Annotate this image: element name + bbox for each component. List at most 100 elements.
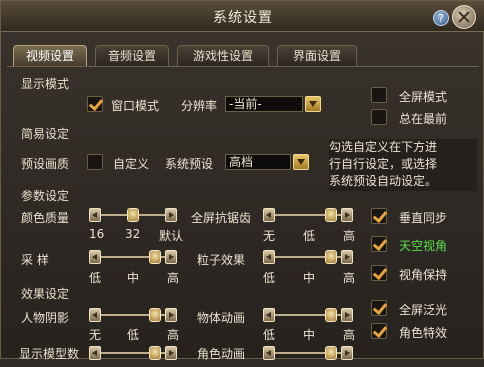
system-preset-label: 系统预设: [165, 157, 214, 171]
char-anim-label: 角色动画: [197, 347, 246, 361]
sampling-label: 采 样: [21, 253, 49, 267]
preset-quality-label: 预设画质: [21, 157, 70, 171]
sampling-slider[interactable]: [89, 250, 177, 264]
char-shadow-label: 人物阴影: [21, 311, 70, 325]
system-preset-dropdown-icon[interactable]: [293, 154, 309, 170]
view-hold-label: 视角保持: [399, 268, 448, 282]
custom-checkbox[interactable]: [87, 154, 103, 170]
tick-label: 低: [263, 328, 276, 342]
arrow-right-icon[interactable]: [165, 208, 177, 222]
slider-knob[interactable]: [149, 346, 161, 360]
object-anim-slider[interactable]: [263, 308, 353, 322]
topmost-checkbox[interactable]: [371, 109, 387, 125]
arrow-left-icon[interactable]: [263, 308, 275, 322]
resolution-label: 分辨率: [181, 99, 218, 113]
arrow-right-icon[interactable]: [165, 250, 177, 264]
tab-audio[interactable]: 音频设置: [95, 45, 169, 66]
params-heading: 参数设定: [21, 189, 70, 203]
preset-info-text: 勾选自定义在下方进 行自行设定，或选择 系统预设自动设定。: [329, 139, 477, 191]
tick-label: 中: [127, 271, 140, 285]
info-line-3: 系统预设自动设定。: [329, 174, 438, 188]
fullscreen-label: 全屏模式: [399, 90, 448, 104]
tick-label: 中: [303, 271, 316, 285]
fullscreen-glow-checkbox[interactable]: [371, 300, 387, 316]
char-anim-slider[interactable]: [263, 346, 353, 360]
tick-label: 16: [89, 227, 105, 241]
object-anim-label: 物体动画: [197, 311, 246, 325]
particles-label: 粒子效果: [197, 253, 246, 267]
slider-knob[interactable]: [149, 250, 161, 264]
slider-knob[interactable]: [127, 208, 139, 222]
slider-knob[interactable]: [325, 208, 337, 222]
arrow-left-icon[interactable]: [263, 250, 275, 264]
slider-knob[interactable]: [325, 346, 337, 360]
sky-view-checkbox[interactable]: [371, 236, 387, 252]
tick-label: 高: [343, 229, 356, 243]
arrow-right-icon[interactable]: [165, 346, 177, 360]
arrow-right-icon[interactable]: [341, 208, 353, 222]
windowed-label: 窗口模式: [111, 99, 160, 113]
info-line-1: 勾选自定义在下方进: [329, 140, 438, 154]
tab-interface[interactable]: 界面设置: [277, 45, 357, 66]
vsync-checkbox[interactable]: [371, 208, 387, 224]
tick-label: 中: [303, 328, 316, 342]
sky-view-label: 天空视角: [399, 239, 448, 253]
char-effects-checkbox[interactable]: [371, 323, 387, 339]
fullscreen-checkbox[interactable]: [371, 87, 387, 103]
effects-heading: 效果设定: [21, 287, 70, 301]
char-shadow-slider[interactable]: [89, 308, 177, 322]
title-bar[interactable]: 系统设置 ?: [1, 1, 484, 32]
tick-label: 高: [343, 328, 356, 342]
arrow-left-icon[interactable]: [89, 250, 101, 264]
tick-label: 高: [343, 271, 356, 285]
arrow-left-icon[interactable]: [89, 346, 101, 360]
slider-knob[interactable]: [325, 250, 337, 264]
arrow-right-icon[interactable]: [341, 250, 353, 264]
close-icon[interactable]: [452, 5, 476, 29]
color-quality-slider[interactable]: [89, 208, 177, 222]
tick-label: 无: [263, 229, 276, 243]
info-line-2: 行自行设定，或选择: [329, 157, 438, 171]
window-title: 系统设置: [213, 10, 273, 26]
slider-knob[interactable]: [325, 308, 337, 322]
tab-gameplay[interactable]: 游戏性设置: [177, 45, 269, 66]
settings-window: 系统设置 ? 视频设置 音频设置 游戏性设置 界面设置 显示模式 窗口模式 分辨…: [0, 0, 484, 361]
tick-label: 低: [89, 271, 102, 285]
arrow-right-icon[interactable]: [341, 346, 353, 360]
arrow-left-icon[interactable]: [89, 308, 101, 322]
tick-label: 高: [167, 271, 180, 285]
tick-label: 高: [167, 328, 180, 342]
fullscreen-glow-label: 全屏泛光: [399, 303, 448, 317]
model-count-slider[interactable]: [89, 346, 177, 360]
system-preset-select[interactable]: 高档: [225, 154, 291, 170]
resolution-dropdown-icon[interactable]: [305, 96, 321, 112]
arrow-right-icon[interactable]: [341, 308, 353, 322]
model-count-label: 显示模型数: [19, 347, 80, 361]
vsync-label: 垂直同步: [399, 211, 448, 225]
topmost-label: 总在最前: [399, 112, 448, 126]
char-effects-label: 角色特效: [399, 326, 448, 340]
arrow-left-icon[interactable]: [89, 208, 101, 222]
tab-video[interactable]: 视频设置: [13, 45, 87, 66]
display-mode-heading: 显示模式: [21, 77, 70, 91]
tick-label: 低: [263, 271, 276, 285]
help-icon[interactable]: ?: [433, 10, 449, 26]
fsaa-slider[interactable]: [263, 208, 353, 222]
slider-knob[interactable]: [149, 308, 161, 322]
tick-label: 无: [89, 328, 102, 342]
fsaa-label: 全屏抗锯齿: [191, 211, 252, 225]
tick-label: 低: [127, 328, 140, 342]
color-quality-label: 颜色质量: [21, 211, 70, 225]
tick-label: 32: [125, 227, 141, 241]
arrow-left-icon[interactable]: [263, 208, 275, 222]
simple-settings-heading: 简易设定: [21, 127, 70, 141]
custom-label: 自定义: [113, 157, 150, 171]
view-hold-checkbox[interactable]: [371, 265, 387, 281]
windowed-checkbox[interactable]: [87, 96, 103, 112]
tick-label: 低: [303, 229, 316, 243]
tick-label: 默认: [159, 229, 184, 243]
particles-slider[interactable]: [263, 250, 353, 264]
resolution-select[interactable]: -当前-: [225, 96, 303, 112]
arrow-left-icon[interactable]: [263, 346, 275, 360]
arrow-right-icon[interactable]: [165, 308, 177, 322]
